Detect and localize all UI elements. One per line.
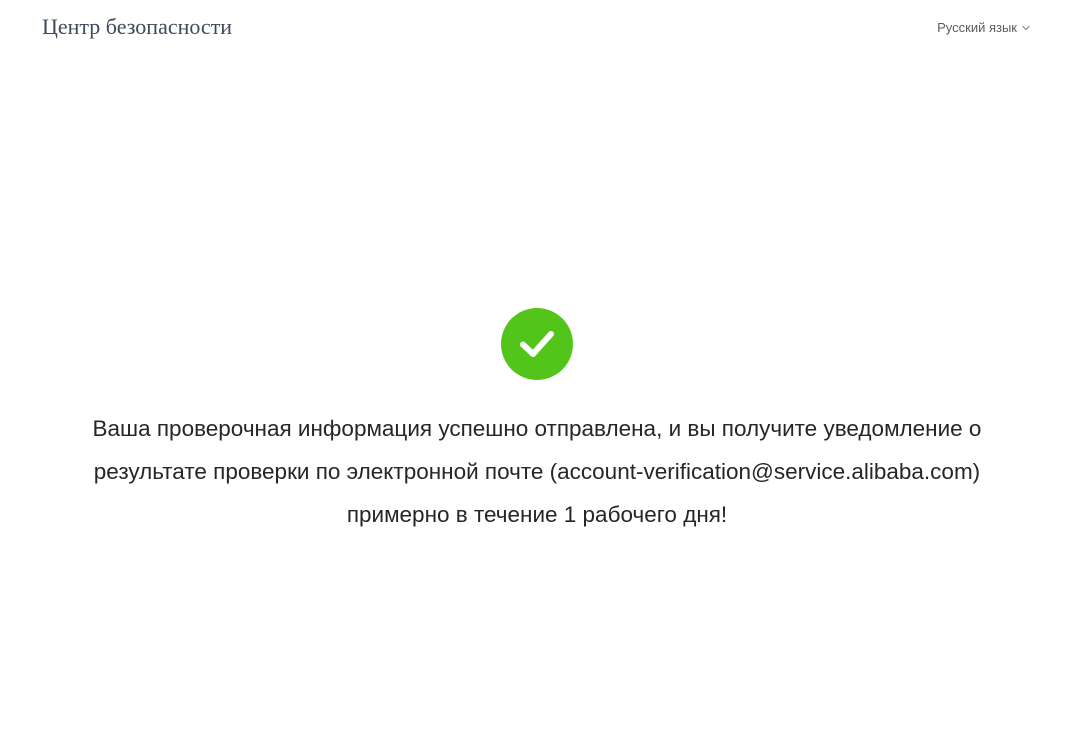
chevron-down-icon [1022,25,1030,30]
success-message: Ваша проверочная информация успешно отпр… [92,416,982,527]
language-label: Русский язык [937,20,1017,35]
page-header: Центр безопасности Русский язык [0,0,1080,60]
language-selector[interactable]: Русский язык [937,20,1031,35]
page-title: Центр безопасности [42,14,233,39]
success-check-icon [501,308,573,380]
